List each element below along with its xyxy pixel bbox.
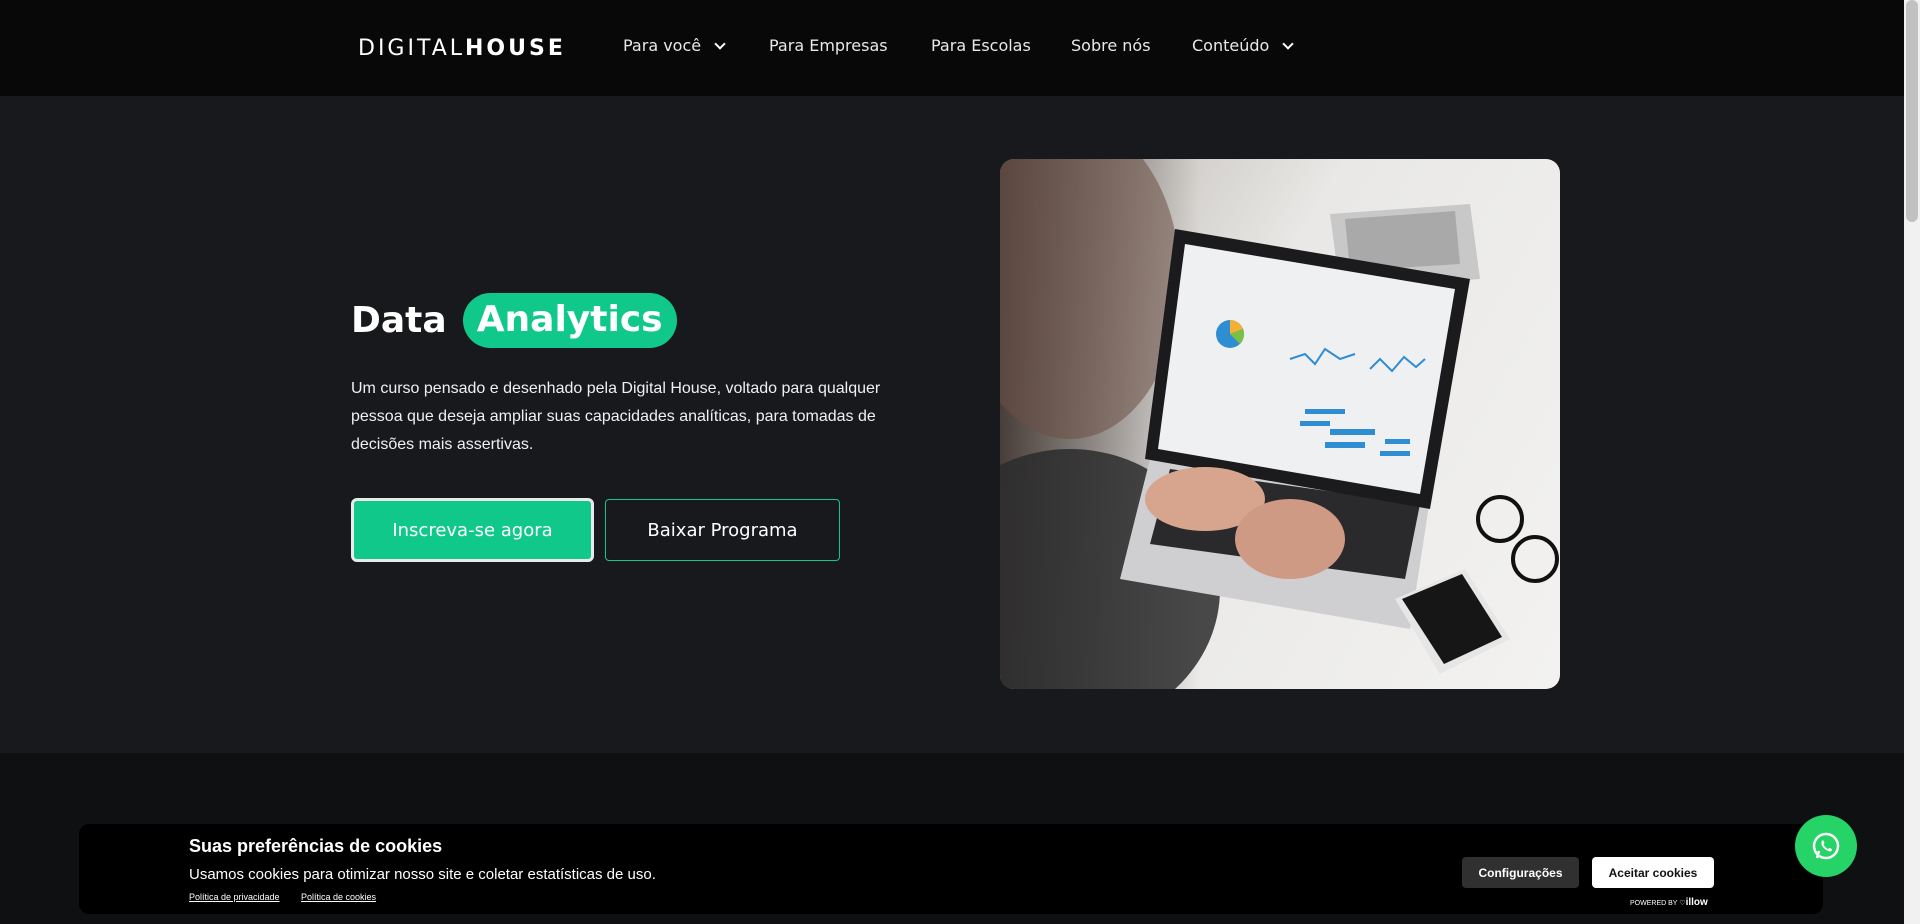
logo-text-digital: DIGITAL <box>358 36 466 61</box>
cookie-banner: Suas preferências de cookies Usamos cook… <box>79 824 1823 914</box>
nav-para-empresas[interactable]: Para Empresas <box>769 36 888 55</box>
powered-by-label: POWERED BY <box>1630 900 1678 907</box>
title-word-data: Data <box>351 300 447 341</box>
whatsapp-chat-button[interactable] <box>1795 815 1857 877</box>
privacy-policy-link[interactable]: Política de privacidade <box>189 892 280 902</box>
enroll-now-button[interactable]: Inscreva-se agora <box>351 498 594 562</box>
page-scrollbar-thumb[interactable] <box>1906 0 1918 222</box>
nav-para-voce[interactable]: Para você <box>623 36 729 55</box>
digitalhouse-logo[interactable]: DIGITALHOUSE <box>358 36 566 61</box>
nav-label: Conteúdo <box>1192 36 1270 55</box>
title-highlight-analytics: Analytics <box>462 293 677 348</box>
illow-brand: illow <box>1685 897 1708 908</box>
chevron-down-icon <box>1279 37 1297 55</box>
whatsapp-icon <box>1812 832 1840 860</box>
accept-cookies-button[interactable]: Aceitar cookies <box>1592 857 1714 888</box>
nav-sobre-nos[interactable]: Sobre nós <box>1071 36 1151 55</box>
course-description: Um curso pensado e desenhado pela Digita… <box>351 380 881 453</box>
course-title: Data Analytics <box>351 293 677 348</box>
cookie-banner-text: Usamos cookies para otimizar nosso site … <box>189 866 656 883</box>
cookie-policy-link[interactable]: Política de cookies <box>301 892 376 902</box>
hero-laptop-photo <box>1000 159 1560 689</box>
site-header: DIGITALHOUSE Para você Para Empresas Par… <box>0 0 1904 96</box>
chevron-down-icon <box>711 37 729 55</box>
nav-label: Para você <box>623 36 702 55</box>
download-program-button[interactable]: Baixar Programa <box>605 499 840 561</box>
logo-text-house: HOUSE <box>465 36 566 61</box>
nav-label: Para Empresas <box>769 36 888 55</box>
nav-conteudo[interactable]: Conteúdo <box>1192 36 1297 55</box>
nav-label: Sobre nós <box>1071 36 1151 55</box>
nav-label: Para Escolas <box>931 36 1031 55</box>
cookie-settings-button[interactable]: Configurações <box>1462 857 1579 888</box>
laptop-illustration <box>1000 159 1559 689</box>
nav-para-escolas[interactable]: Para Escolas <box>931 36 1031 55</box>
hero-section <box>0 96 1904 753</box>
cookie-banner-title: Suas preferências de cookies <box>189 836 443 856</box>
powered-by-illow[interactable]: POWERED BY ♡illow <box>1630 897 1708 908</box>
